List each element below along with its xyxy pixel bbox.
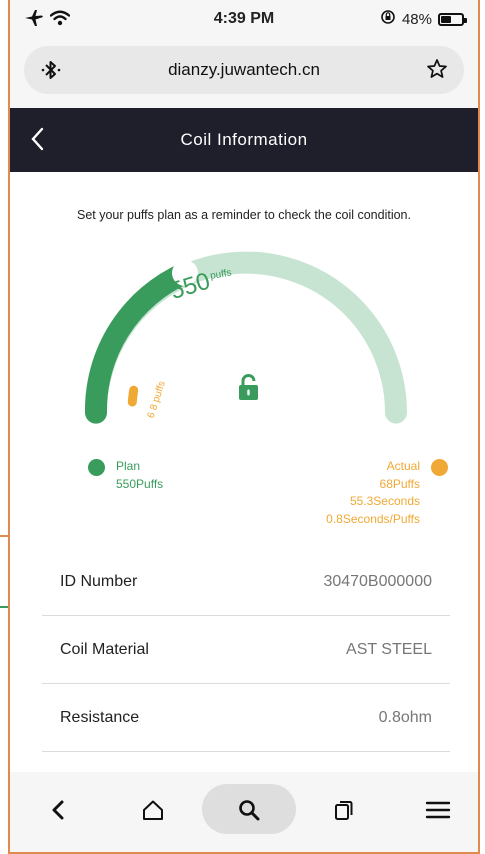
battery-percent: 48% — [401, 11, 432, 28]
info-label: Resistance — [60, 708, 140, 726]
lock-icon[interactable] — [239, 374, 258, 401]
info-value: 0.8ohm — [378, 708, 432, 726]
info-row-coil-material: Coil Material AST STEEL — [42, 616, 450, 684]
actual-label: Actual — [386, 459, 420, 473]
legend-plan: Plan 550Puffs — [88, 458, 163, 493]
address-bar[interactable]: dianzy.juwantech.cn — [24, 46, 464, 94]
browser-bottom-bar — [10, 772, 478, 852]
battery-level — [441, 16, 451, 23]
actual-puffs: 68Puffs — [379, 476, 420, 491]
star-icon[interactable] — [426, 58, 448, 85]
menu-icon[interactable] — [414, 786, 462, 834]
tabs-icon[interactable] — [320, 786, 368, 834]
orientation-lock-icon — [380, 9, 396, 30]
edge-marker-orange — [0, 535, 8, 537]
gauge-actual-arc — [127, 385, 139, 407]
legend-actual: Actual 68Puffs 55.3Seconds 0.8Seconds/Pu… — [326, 458, 448, 528]
coil-info-list: ID Number 30470B000000 Coil Material AST… — [42, 548, 450, 752]
gauge-actual-value: 6 8 puffs — [146, 380, 168, 420]
intro-text: Set your puffs plan as a reminder to che… — [77, 208, 411, 222]
plan-dot — [88, 459, 105, 476]
search-icon[interactable] — [225, 786, 273, 834]
puffs-gauge: 550 puffs 6 8 puffs — [84, 251, 407, 424]
back-icon[interactable] — [34, 786, 82, 834]
actual-dot — [431, 459, 448, 476]
home-icon[interactable] — [129, 786, 177, 834]
url-text[interactable]: dianzy.juwantech.cn — [168, 60, 320, 80]
plan-value: 550Puffs — [116, 476, 164, 491]
page-title: Coil Information — [180, 130, 308, 149]
status-bar: 4:39 PM 48% — [10, 0, 478, 38]
actual-rate: 0.8Seconds/Puffs — [326, 511, 420, 526]
info-label: ID Number — [60, 572, 138, 590]
info-row-resistance: Resistance 0.8ohm — [42, 684, 450, 752]
info-value: 30470B000000 — [323, 572, 432, 590]
edge-marker-green — [0, 606, 8, 608]
info-row-id-number: ID Number 30470B000000 — [42, 548, 450, 616]
status-right: 48% — [380, 9, 467, 30]
page-header: Coil Information — [10, 108, 478, 172]
info-value: AST STEEL — [346, 640, 432, 658]
actual-seconds: 55.3Seconds — [349, 494, 420, 508]
gauge-plan-unit: puffs — [209, 267, 232, 282]
battery-icon — [438, 13, 467, 26]
bluetooth-icon[interactable] — [40, 58, 62, 87]
browser-toolbar: dianzy.juwantech.cn — [10, 38, 478, 108]
info-label: Coil Material — [60, 640, 149, 658]
app-frame: 4:39 PM 48% dianzy.juwantech.cn Coil Inf… — [8, 0, 480, 854]
back-chevron-icon[interactable] — [30, 126, 44, 157]
plan-label: Plan — [116, 459, 141, 473]
